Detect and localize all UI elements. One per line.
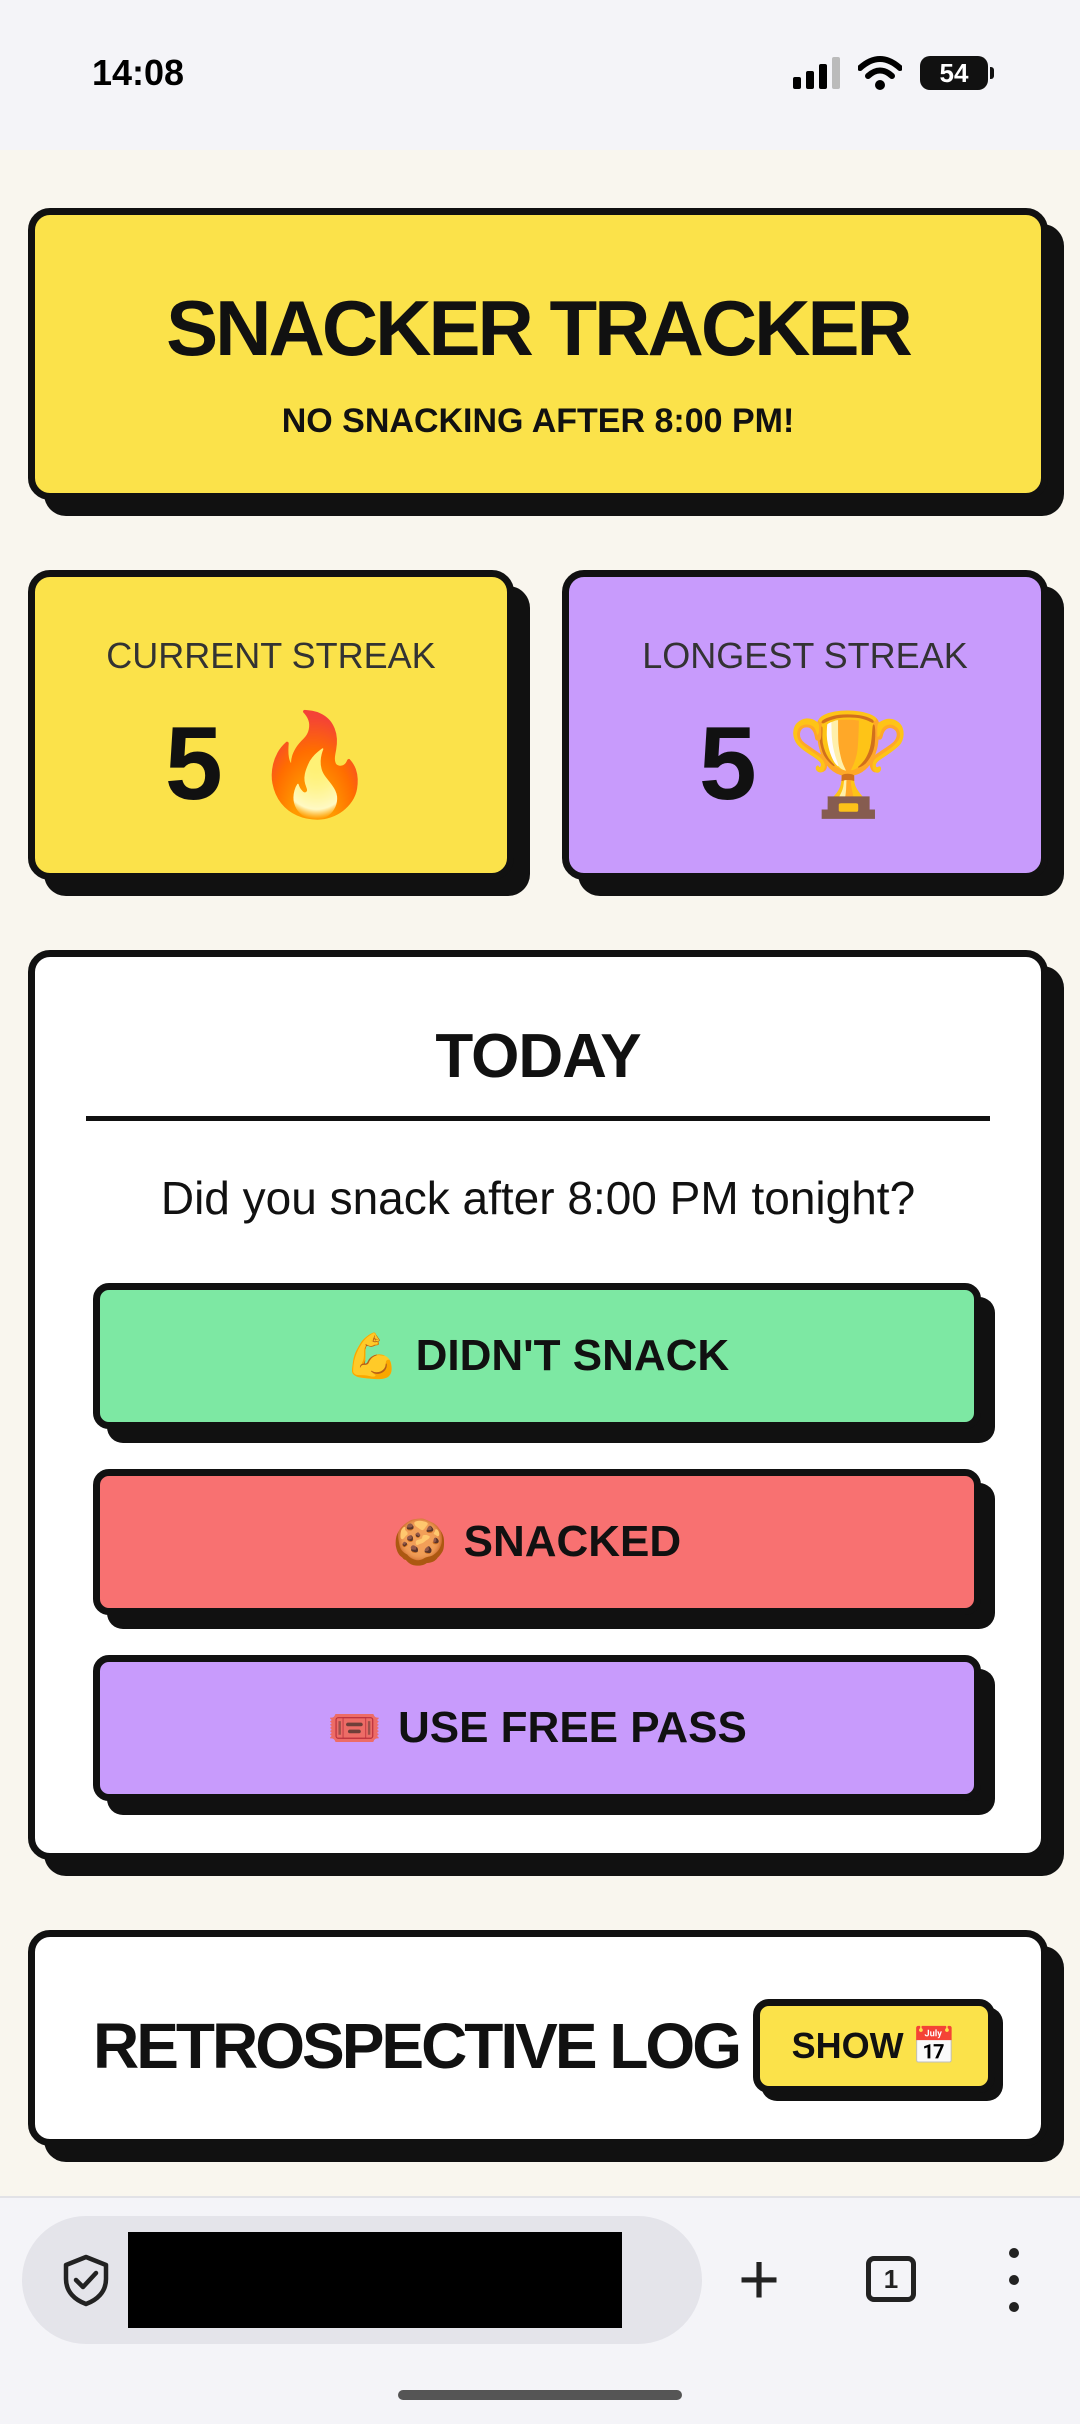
use-free-pass-button[interactable]: 🎟️ USE FREE PASS [93,1655,981,1801]
trophy-icon: 🏆 [786,708,912,821]
longest-streak-value: 5 [698,706,757,822]
divider [86,1116,990,1121]
app-subtitle: NO SNACKING AFTER 8:00 PM! [281,402,795,440]
status-bar: 14:08 54 [0,0,1080,150]
app-title: SNACKER TRACKER [166,284,913,372]
use-free-pass-label: USE FREE PASS [397,1703,747,1752]
cellular-signal-icon [793,57,840,89]
url-text-redacted [128,2232,622,2328]
current-streak-value: 5 [164,706,223,822]
status-icons: 54 [793,56,994,90]
today-title: TODAY [435,1022,641,1091]
header-card: SNACKER TRACKER NO SNACKING AFTER 8:00 P… [28,208,1048,500]
flexed-biceps-icon: 💪 [344,1332,400,1381]
shield-check-icon [63,2254,109,2307]
didnt-snack-label: DIDN'T SNACK [415,1331,730,1380]
fire-icon: 🔥 [252,708,378,821]
show-log-button[interactable]: SHOW 📅 [753,1999,995,2093]
home-indicator [398,2390,682,2400]
new-tab-plus-icon[interactable]: + [738,2244,780,2316]
tab-switcher-icon[interactable]: 1 [866,2256,916,2302]
longest-streak-label: LONGEST STREAK [642,635,968,676]
today-card: TODAY Did you snack after 8:00 PM tonigh… [28,950,1048,1860]
snacked-button[interactable]: 🍪 SNACKED [93,1469,981,1615]
wifi-icon [858,56,902,90]
retrospective-log-title: RETROSPECTIVE LOG [93,2010,742,2082]
didnt-snack-button[interactable]: 💪 DIDN'T SNACK [93,1283,981,1429]
calendar-icon: 📅 [911,2025,957,2066]
ticket-icon: 🎟️ [327,1704,382,1753]
retrospective-log-card: RETROSPECTIVE LOG SHOW 📅 [28,1930,1048,2146]
current-streak-value-row: 5 🔥 [35,705,507,824]
snack-question: Did you snack after 8:00 PM tonight? [160,1172,916,1224]
more-menu-icon[interactable] [1004,2248,1024,2312]
snacked-label: SNACKED [463,1517,682,1566]
battery-icon: 54 [920,56,994,90]
cookie-icon: 🍪 [392,1518,448,1567]
address-bar[interactable] [22,2216,702,2344]
status-time: 14:08 [92,52,185,93]
show-log-label: SHOW [791,2025,904,2066]
longest-streak-value-row: 5 🏆 [569,705,1041,824]
current-streak-label: CURRENT STREAK [106,635,436,676]
longest-streak-card: LONGEST STREAK 5 🏆 [562,570,1048,880]
current-streak-card: CURRENT STREAK 5 🔥 [28,570,514,880]
